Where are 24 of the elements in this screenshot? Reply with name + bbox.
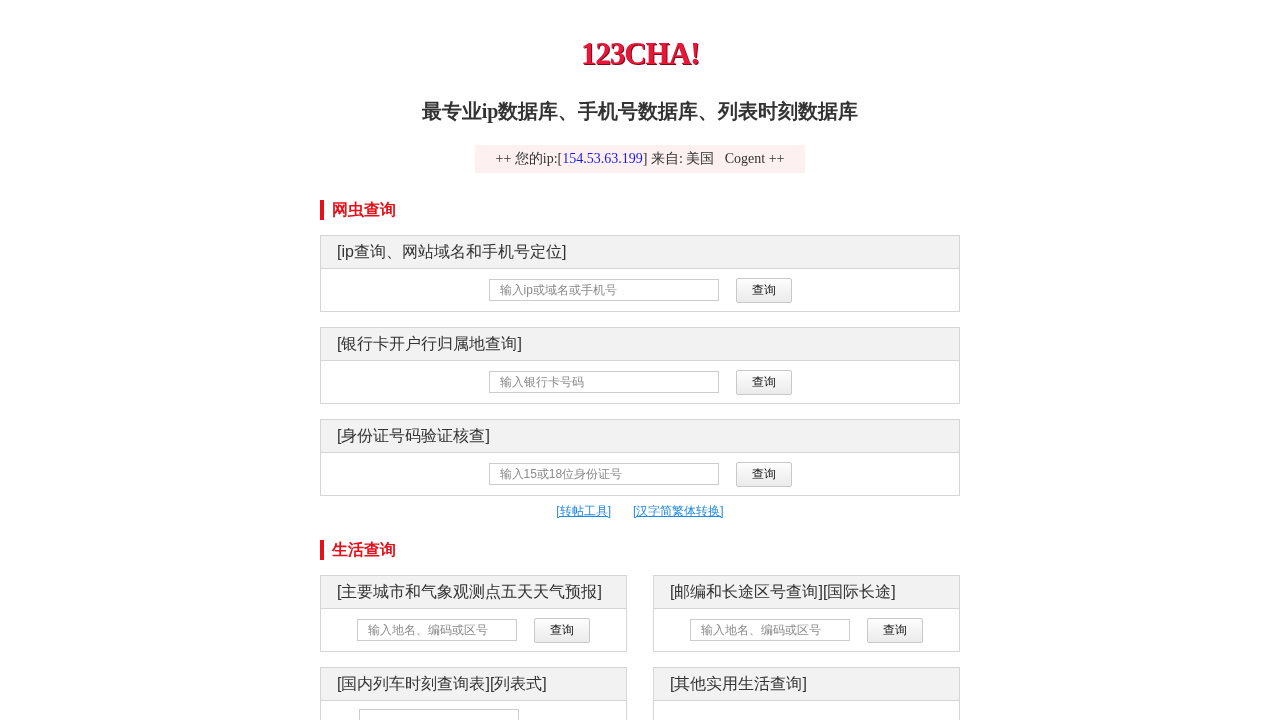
query-button[interactable]: 查询	[735, 461, 792, 487]
search-field[interactable]: 输入15或18位身份证号	[488, 463, 719, 485]
section-title: 网虫查询	[320, 200, 396, 220]
search-field[interactable]: 输入地名、编码或区号	[690, 619, 850, 641]
card-title: [银行卡开户行归属地查询]	[321, 328, 959, 361]
page-headline: 最专业ip数据库、手机号数据库、列表时刻数据库	[421, 99, 859, 125]
search-field[interactable]: 输入银行卡号码	[488, 371, 719, 393]
card-title: [国内列车时刻查询表][列表式]	[321, 668, 626, 701]
tool-link[interactable]: [汉字简繁体转换]	[633, 503, 724, 519]
card-title: [邮编和长途区号查询][国际长途]	[654, 576, 959, 609]
ip-info-banner: ++ 您的ip:[154.53.63.199] 来自: 美国 Cogent ++	[475, 145, 805, 173]
card-title: [其他实用生活查询]	[654, 668, 959, 701]
tool-link[interactable]: [转帖工具]	[556, 503, 611, 519]
card-title: [身份证号码验证核查]	[321, 420, 959, 453]
card-title: [主要城市和气象观测点五天天气预报]	[321, 576, 626, 609]
search-field[interactable]: 输入ip或域名或手机号	[488, 279, 719, 301]
search-field[interactable]: 输入地名、编码或区号	[357, 619, 517, 641]
site-logo: 123CHA!	[580, 39, 700, 69]
query-button[interactable]: 查询	[867, 617, 923, 643]
query-button[interactable]: 查询	[534, 617, 590, 643]
query-button[interactable]: 查询	[735, 277, 792, 303]
query-button[interactable]: 查询	[735, 369, 792, 395]
section-title: 生活查询	[320, 540, 396, 560]
card-title: [ip查询、网站域名和手机号定位]	[321, 236, 959, 269]
